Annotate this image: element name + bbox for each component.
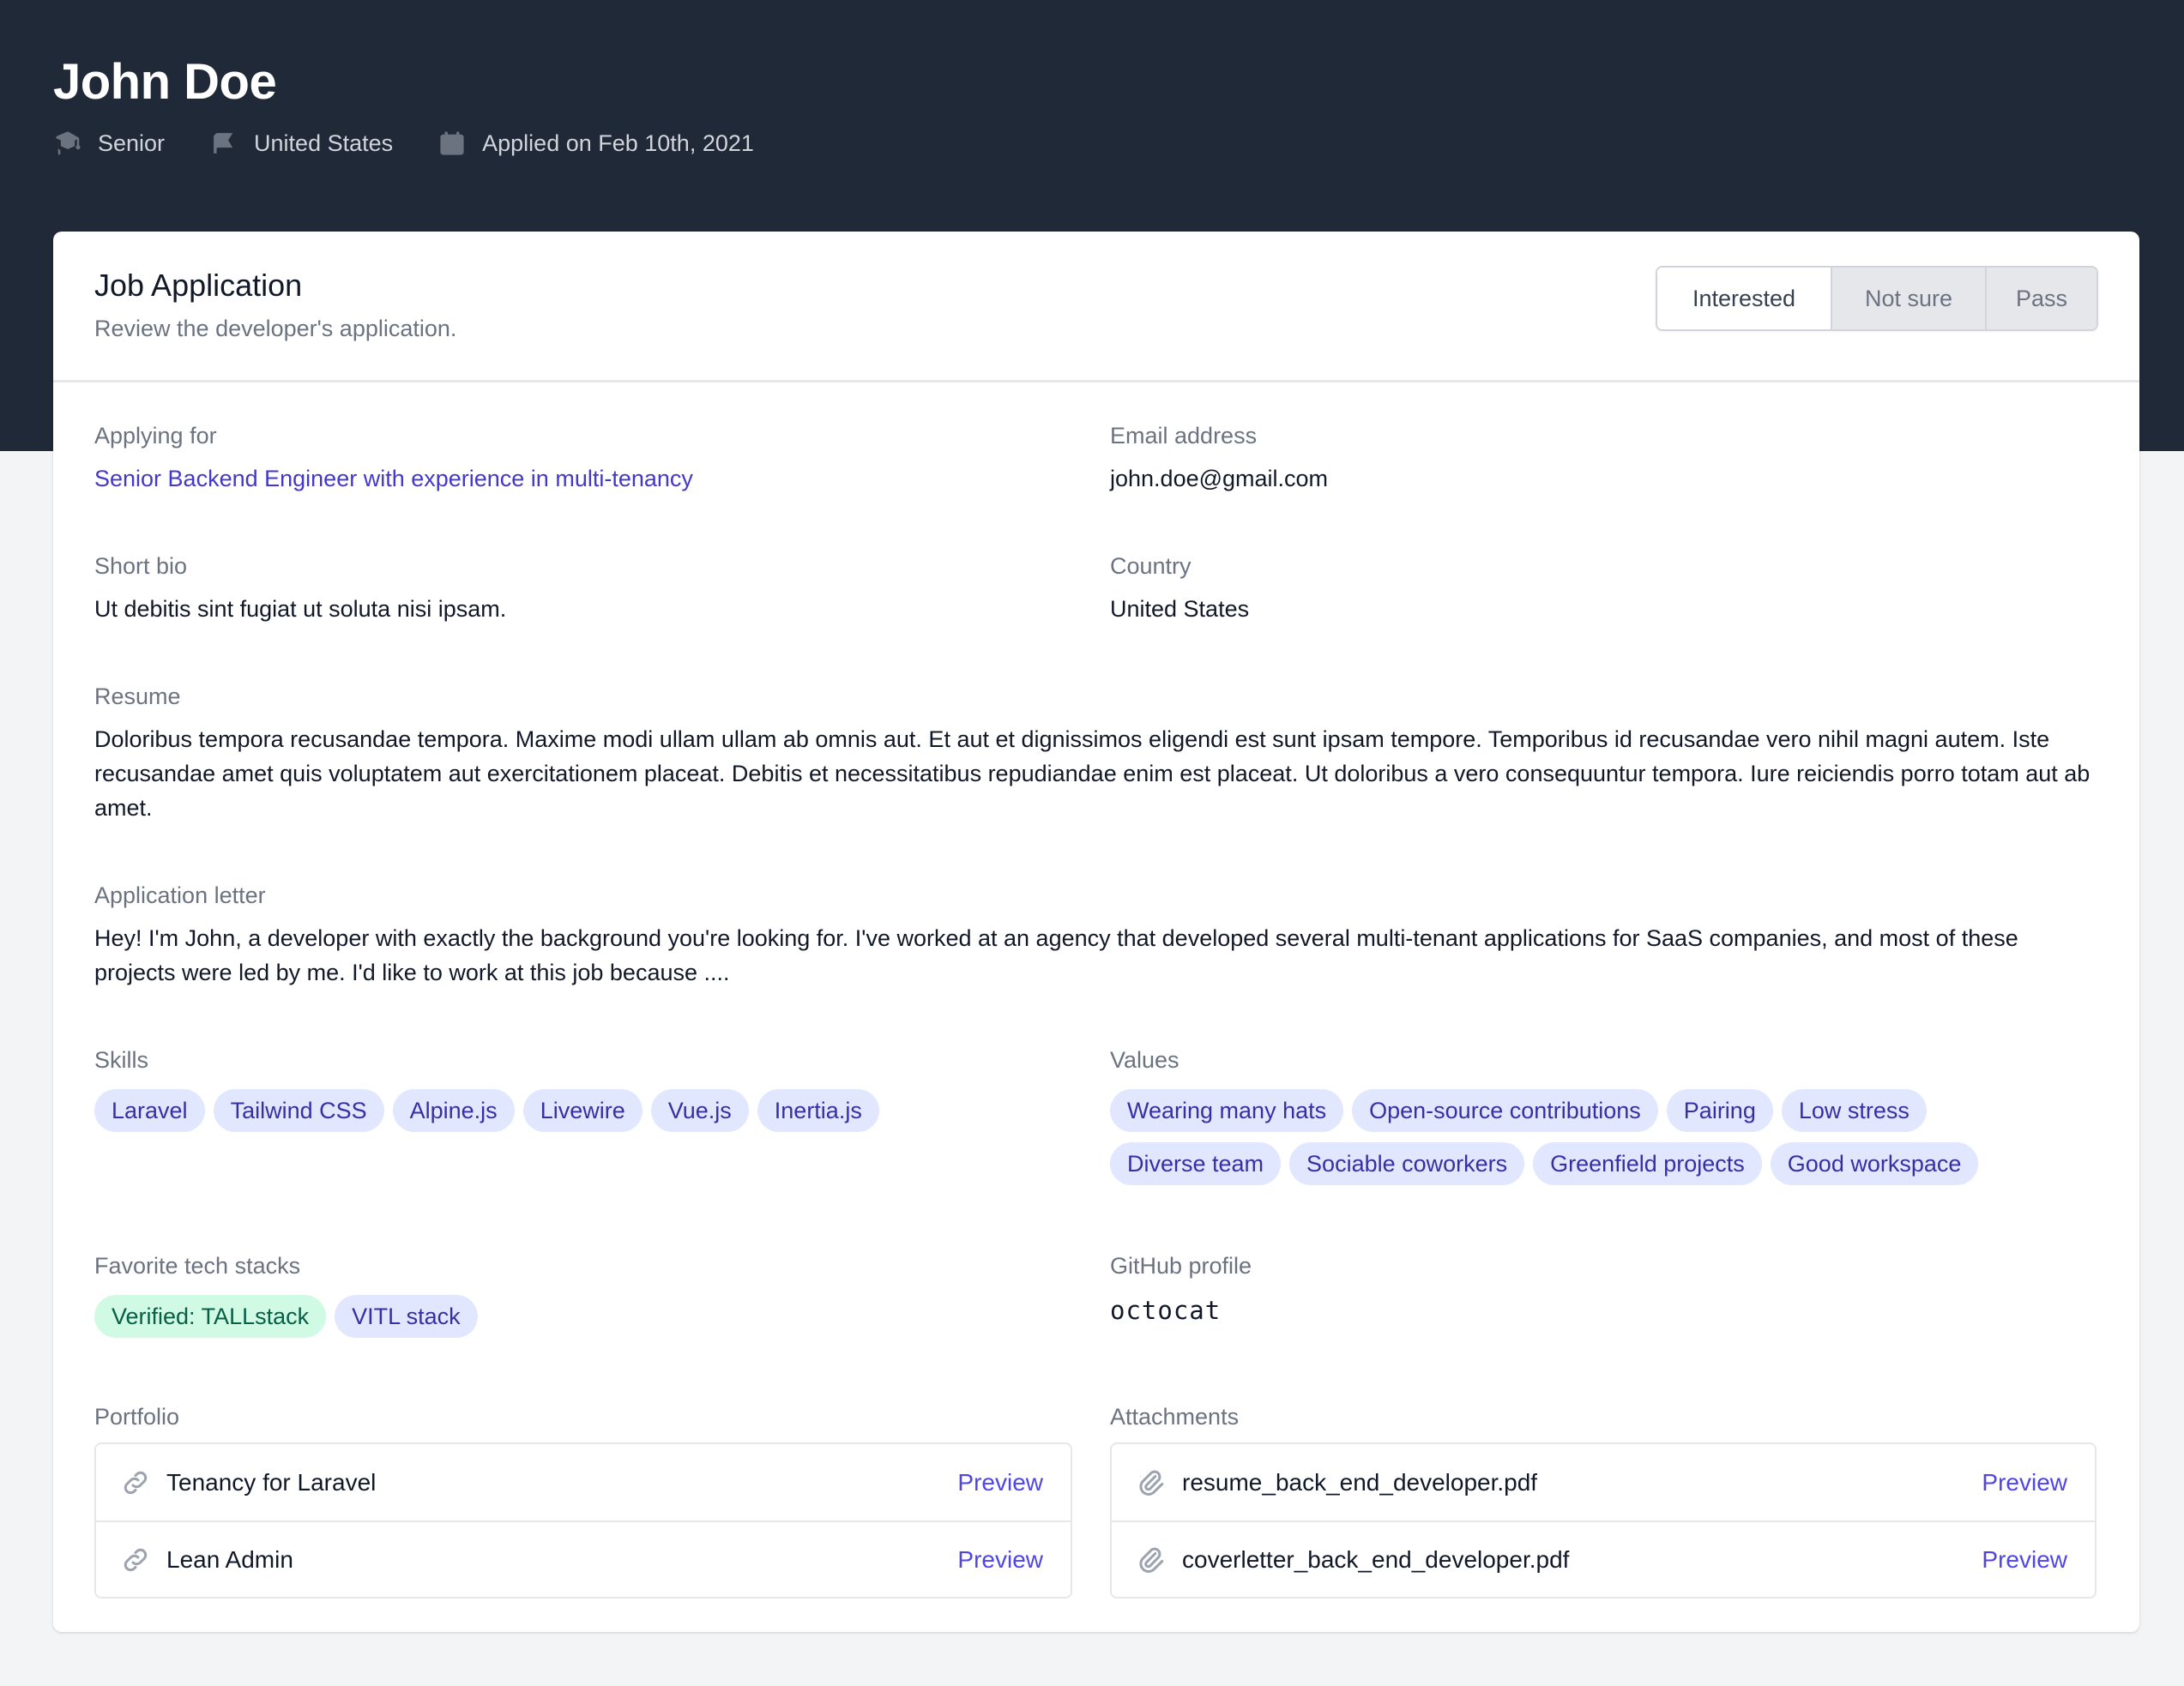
attachment-item: coverletter_back_end_developer.pdf Previ…: [1112, 1520, 2095, 1597]
field-tech-stacks: Favorite tech stacks Verified: TALLstack…: [94, 1252, 1072, 1338]
values-label: Values: [1110, 1047, 1179, 1073]
value-badge: Pairing: [1666, 1089, 1773, 1132]
meta-applied-date-label: Applied on Feb 10th, 2021: [482, 129, 754, 156]
value-badge: Good workspace: [1770, 1142, 1979, 1185]
portfolio-preview-link[interactable]: Preview: [957, 1546, 1043, 1574]
tech-stacks-list: Verified: TALLstack VITL stack: [94, 1295, 1072, 1338]
attachment-preview-link[interactable]: Preview: [1982, 1469, 2067, 1496]
meta-seniority: Senior: [53, 129, 165, 158]
pass-button[interactable]: Pass: [1985, 268, 2097, 329]
decision-button-group: Interested Not sure Pass: [1656, 266, 2098, 331]
skill-badge: Alpine.js: [392, 1089, 515, 1132]
card-title: Job Application: [94, 268, 303, 303]
attachments-list: resume_back_end_developer.pdf Preview co…: [1110, 1442, 2097, 1599]
field-country: Country United States: [1110, 552, 2097, 626]
skills-label: Skills: [94, 1047, 149, 1073]
calendar-icon: [437, 129, 467, 158]
portfolio-list: Tenancy for Laravel Preview Lean Admin P…: [94, 1442, 1072, 1599]
resume-label: Resume: [94, 683, 181, 709]
attachment-item: resume_back_end_developer.pdf Preview: [1112, 1444, 2095, 1520]
field-application-letter: Application letter Hey! I'm John, a deve…: [94, 882, 2102, 990]
country-label: Country: [1110, 553, 1192, 579]
skill-badge: Vue.js: [650, 1089, 749, 1132]
value-badge: Diverse team: [1110, 1142, 1282, 1185]
email-label: Email address: [1110, 423, 1258, 449]
values-list: Wearing many hats Open-source contributi…: [1110, 1089, 2097, 1185]
skill-badge: Laravel: [94, 1089, 205, 1132]
field-email: Email address john.doe@gmail.com: [1110, 422, 2097, 496]
flag-icon: [209, 129, 238, 158]
field-github: GitHub profile octocat: [1110, 1252, 2097, 1328]
link-icon: [120, 1544, 151, 1575]
stack-badge: VITL stack: [335, 1295, 478, 1338]
portfolio-label: Portfolio: [94, 1404, 180, 1430]
short-bio-value: Ut debitis sint fugiat ut soluta nisi ip…: [94, 596, 507, 622]
tech-stacks-label: Favorite tech stacks: [94, 1253, 301, 1279]
skill-badge: Livewire: [522, 1089, 643, 1132]
short-bio-label: Short bio: [94, 553, 188, 579]
attachment-file-name: resume_back_end_developer.pdf: [1182, 1468, 1538, 1496]
country-value: United States: [1110, 596, 1250, 622]
field-attachments: Attachments resume_back_end_developer.pd…: [1110, 1403, 2097, 1599]
value-badge: Wearing many hats: [1110, 1089, 1344, 1132]
application-letter-value: Hey! I'm John, a developer with exactly …: [94, 925, 2018, 985]
field-portfolio: Portfolio Tenancy for Laravel Preview Le…: [94, 1403, 1072, 1599]
verified-stack-badge: Verified: TALLstack: [94, 1295, 327, 1338]
email-value: john.doe@gmail.com: [1110, 466, 1329, 491]
value-badge: Low stress: [1781, 1089, 1927, 1132]
paperclip-icon: [1136, 1544, 1167, 1575]
value-badge: Open-source contributions: [1352, 1089, 1658, 1132]
portfolio-item: Lean Admin Preview: [96, 1520, 1071, 1597]
portfolio-item-name: Lean Admin: [166, 1545, 293, 1573]
applying-for-label: Applying for: [94, 423, 217, 449]
value-badge: Sociable coworkers: [1289, 1142, 1525, 1185]
application-letter-label: Application letter: [94, 882, 266, 908]
portfolio-preview-link[interactable]: Preview: [957, 1469, 1043, 1496]
not-sure-button[interactable]: Not sure: [1831, 268, 1985, 329]
github-label: GitHub profile: [1110, 1253, 1252, 1279]
meta-applied-date: Applied on Feb 10th, 2021: [437, 129, 754, 158]
skill-badge: Inertia.js: [757, 1089, 879, 1132]
attachments-label: Attachments: [1110, 1404, 1240, 1430]
meta-country: United States: [209, 129, 393, 158]
field-skills: Skills Laravel Tailwind CSS Alpine.js Li…: [94, 1046, 1072, 1132]
paperclip-icon: [1136, 1467, 1167, 1498]
portfolio-item-name: Tenancy for Laravel: [166, 1468, 377, 1496]
card-subtitle: Review the developer's application.: [94, 316, 457, 341]
card-header: Job Application Review the developer's a…: [53, 232, 2139, 382]
field-values: Values Wearing many hats Open-source con…: [1110, 1046, 2097, 1185]
academic-cap-icon: [53, 129, 82, 158]
interested-button[interactable]: Interested: [1657, 268, 1831, 329]
candidate-name: John Doe: [53, 54, 277, 110]
meta-country-label: United States: [254, 129, 394, 156]
attachment-file-name: coverletter_back_end_developer.pdf: [1182, 1545, 1570, 1573]
job-application-card: Job Application Review the developer's a…: [53, 232, 2139, 1632]
value-badge: Greenfield projects: [1533, 1142, 1762, 1185]
applying-for-link[interactable]: Senior Backend Engineer with experience …: [94, 461, 1072, 496]
candidate-meta: Senior United States Applied on Feb 10th…: [53, 129, 754, 158]
portfolio-item: Tenancy for Laravel Preview: [96, 1444, 1071, 1520]
resume-value: Doloribus tempora recusandae tempora. Ma…: [94, 726, 2090, 821]
github-username: octocat: [1110, 1296, 1222, 1325]
field-applying-for: Applying for Senior Backend Engineer wit…: [94, 422, 1072, 496]
skill-badge: Tailwind CSS: [213, 1089, 384, 1132]
meta-seniority-label: Senior: [98, 129, 166, 156]
skills-list: Laravel Tailwind CSS Alpine.js Livewire …: [94, 1089, 1072, 1132]
link-icon: [120, 1467, 151, 1498]
field-short-bio: Short bio Ut debitis sint fugiat ut solu…: [94, 552, 1072, 626]
field-resume: Resume Doloribus tempora recusandae temp…: [94, 683, 2102, 825]
attachment-preview-link[interactable]: Preview: [1982, 1546, 2067, 1574]
